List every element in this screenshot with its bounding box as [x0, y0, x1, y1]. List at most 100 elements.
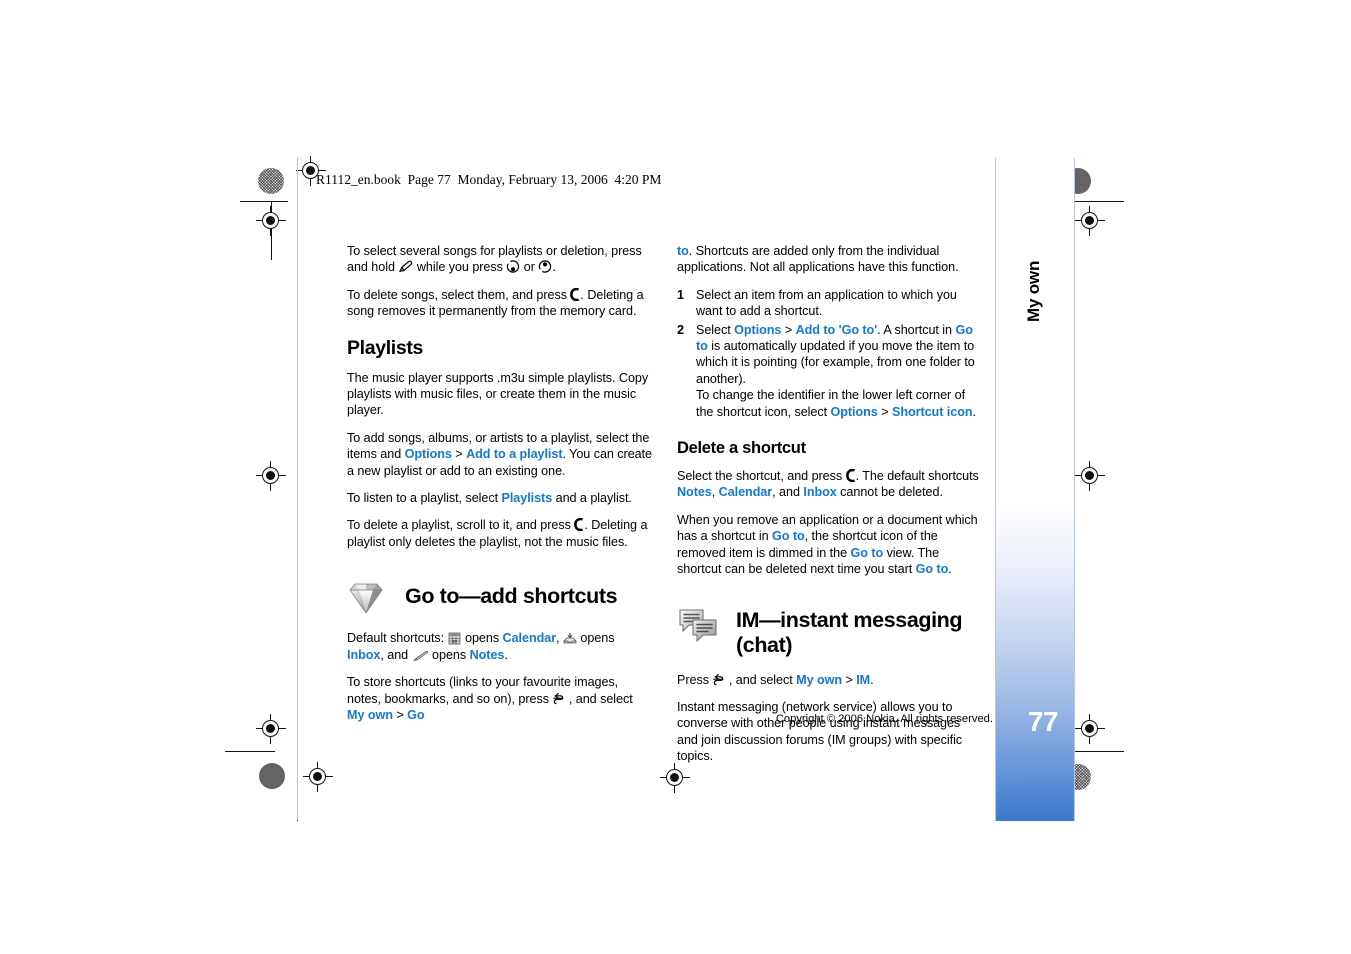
text-delsc-b: . The default shortcuts: [855, 469, 979, 484]
text-listen-a: To listen to a playlist, select: [347, 491, 499, 506]
link-shortcut-icon[interactable]: Shortcut icon: [892, 405, 973, 419]
step-text-2-post: is automatically updated if you move the…: [696, 339, 975, 386]
crop-line-top-left-h: [240, 201, 288, 202]
registration-mark-left-upper: [256, 206, 286, 236]
link-go[interactable]: Go: [407, 708, 424, 722]
paragraph-m3u-support: The music player supports .m3u simple pl…: [347, 370, 649, 418]
text-comma-1: ,: [556, 631, 560, 646]
link-options-substep[interactable]: Options: [831, 405, 878, 419]
paragraph-add-to-playlist: To add songs, albums, or artists to a pl…: [347, 430, 652, 479]
paragraph-delete-shortcut: Select the shortcut, and press . The def…: [677, 468, 982, 501]
link-my-own[interactable]: My own: [347, 708, 393, 722]
text-opens-notes: opens: [432, 647, 467, 662]
steps-list: 1 Select an item from an application to …: [677, 287, 982, 420]
registration-mark-right-lower: [1075, 714, 1105, 744]
crop-line-top-right-h: [1068, 201, 1124, 202]
link-im[interactable]: IM: [856, 673, 870, 687]
step-text-1: Select an item from an application to wh…: [696, 287, 957, 319]
clear-key-icon: [574, 518, 584, 532]
link-to[interactable]: to: [677, 244, 689, 258]
chapter-heading-im: IM—instant messaging (chat): [677, 606, 982, 658]
registration-mark-right-middle: [1075, 461, 1105, 491]
step-item-1: 1 Select an item from an application to …: [677, 287, 982, 320]
right-column: to. Shortcuts are added only from the in…: [677, 243, 982, 776]
link-add-to-a-playlist[interactable]: Add to a playlist: [466, 447, 562, 461]
step-2-substep: To change the identifier in the lower le…: [696, 387, 982, 420]
link-options-step2[interactable]: Options: [734, 323, 781, 337]
chapter-title-go-to: Go to—add shortcuts: [405, 584, 618, 609]
left-column: To select several songs for playlists or…: [347, 243, 652, 734]
text-press-a: Press: [677, 672, 709, 687]
separator-gt-substep: >: [881, 404, 889, 419]
text-select-songs-c: or: [523, 260, 535, 275]
paragraph-store-shortcuts: To store shortcuts (links to your favour…: [347, 674, 652, 723]
heading-delete-a-shortcut: Delete a shortcut: [677, 439, 806, 458]
link-calendar[interactable]: Calendar: [503, 631, 557, 645]
link-go-to-2[interactable]: Go to: [850, 546, 883, 560]
paragraph-shortcuts-continued: to. Shortcuts are added only from the in…: [677, 243, 982, 276]
page-number: 77: [1027, 706, 1059, 737]
svg-text:30: 30: [452, 639, 457, 644]
step-number-2: 2: [677, 322, 684, 337]
menu-key-icon: [712, 673, 725, 686]
text-continued: . Shortcuts are added only from the indi…: [677, 244, 959, 275]
link-go-to-1[interactable]: Go to: [772, 529, 805, 543]
link-inbox[interactable]: Inbox: [347, 648, 380, 662]
chapter-side-tab: My own 77: [995, 158, 1075, 821]
text-press-b: , and select: [728, 672, 793, 687]
chapter-title-im: IM—instant messaging (chat): [736, 607, 963, 657]
separator-gt-2: >: [396, 707, 404, 722]
menu-key-icon: [552, 692, 565, 705]
text-comma-2: ,: [380, 647, 384, 662]
paragraph-listen-playlist: To listen to a playlist, select Playlist…: [347, 490, 652, 506]
substep-text-post: .: [972, 404, 976, 419]
halftone-mark-bottom-left: [259, 763, 285, 789]
link-notes-2[interactable]: Notes: [677, 485, 712, 499]
text-opens-inbox: opens: [580, 631, 615, 646]
link-playlists[interactable]: Playlists: [502, 491, 553, 505]
crop-line-bottom-left-h: [225, 751, 275, 752]
book-header-line: R1112_en.book Page 77 Monday, February 1…: [316, 172, 662, 187]
text-listen-b: and a playlist.: [555, 491, 632, 506]
link-go-to-3[interactable]: Go to: [916, 562, 949, 576]
text-opens-calendar: opens: [465, 631, 500, 646]
registration-mark-left-lower: [256, 714, 286, 744]
link-calendar-2[interactable]: Calendar: [719, 485, 773, 499]
text-delete-songs-a: To delete songs, select them, and press: [347, 287, 567, 302]
calendar-icon: 30: [448, 632, 462, 646]
paragraph-press-menu: Press , and select My own > IM.: [677, 672, 982, 688]
link-my-own-2[interactable]: My own: [796, 673, 842, 687]
gem-icon: [347, 578, 385, 616]
text-default-a: Default shortcuts:: [347, 631, 445, 646]
paragraph-im-description: Instant messaging (network service) allo…: [677, 699, 963, 764]
crop-line-bottom-right-h: [1068, 751, 1124, 752]
text-press-c: .: [870, 672, 874, 687]
separator-gt: >: [455, 447, 463, 462]
paragraph-delete-playlist: To delete a playlist, scroll to it, and …: [347, 517, 652, 550]
separator-gt-step2: >: [784, 322, 793, 337]
chapter-heading-go-to: Go to—add shortcuts: [347, 578, 652, 616]
text-comma-3: ,: [711, 485, 716, 500]
paragraph-default-shortcuts: Default shortcuts: 30 opens Calendar, op…: [347, 630, 652, 663]
pencil-key-icon: [398, 260, 413, 273]
page-content: To select several songs for playlists or…: [347, 243, 993, 763]
link-add-to-go-to[interactable]: Add to 'Go to': [796, 323, 878, 337]
separator-gt-3: >: [845, 672, 853, 687]
paragraph-delete-songs: To delete songs, select them, and press …: [347, 287, 652, 320]
link-options[interactable]: Options: [405, 447, 452, 461]
registration-mark-right-upper: [1075, 206, 1105, 236]
link-notes[interactable]: Notes: [470, 648, 505, 662]
link-inbox-2[interactable]: Inbox: [803, 485, 836, 499]
registration-mark-left-middle: [256, 461, 286, 491]
im-chat-bubbles-icon: [677, 606, 719, 644]
text-delsc-c: cannot be deleted.: [840, 485, 943, 500]
clear-key-icon: [845, 469, 856, 483]
text-store-b: , and select: [568, 691, 633, 706]
step-text-2-mid: . A shortcut in: [877, 322, 952, 337]
halftone-mark-top-left: [258, 168, 284, 194]
inbox-icon: [563, 632, 577, 646]
text-dim-d: .: [948, 562, 952, 577]
side-tab-label: My own: [1024, 260, 1043, 322]
notes-pencil-icon: [412, 649, 429, 663]
text-period: .: [504, 647, 508, 662]
